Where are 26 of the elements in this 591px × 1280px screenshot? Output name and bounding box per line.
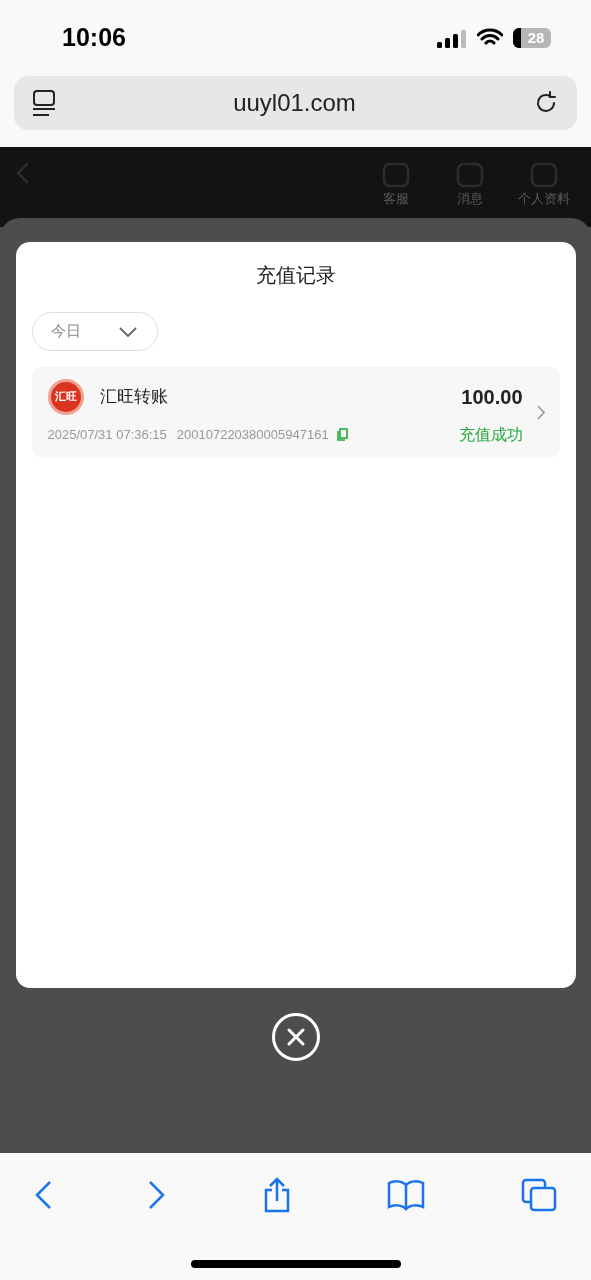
- forward-icon[interactable]: [147, 1180, 166, 1210]
- header-item-label[interactable]: 客服: [383, 189, 409, 209]
- record-amount: 100.00: [461, 384, 523, 410]
- reader-icon[interactable]: [32, 89, 56, 117]
- copy-icon[interactable]: [336, 428, 348, 441]
- battery-icon: 28: [513, 28, 551, 48]
- tabs-icon[interactable]: [521, 1178, 557, 1212]
- book-icon[interactable]: [387, 1179, 426, 1211]
- chevron-right-icon: [536, 405, 546, 420]
- status-time: 10:06: [62, 22, 126, 54]
- address-bar[interactable]: uuyl01.com: [14, 76, 577, 130]
- record-time: 2025/07/31 07:36:15: [47, 425, 167, 444]
- header-item-label[interactable]: 个人资料: [518, 189, 570, 209]
- url-text: uuyl01.com: [233, 88, 356, 118]
- bank-logo: 汇旺: [47, 378, 84, 415]
- close-button[interactable]: [271, 1013, 320, 1061]
- close-icon: [285, 1027, 306, 1047]
- order-number: 200107220380005947161: [176, 425, 329, 444]
- record-name: 汇旺转账: [99, 385, 168, 408]
- dialog-title: 充值记录: [254, 263, 337, 288]
- signal-icon: [437, 28, 467, 48]
- back-icon[interactable]: [34, 1180, 52, 1210]
- record-status: 充值成功: [458, 424, 523, 445]
- record-row[interactable]: 汇旺 汇旺转账 100.00 2025/07/31 07:36:15 200107220380005947161 充值成功: [31, 367, 560, 458]
- header-item-label[interactable]: 消息: [457, 189, 483, 209]
- chevron-down-icon: [118, 326, 137, 337]
